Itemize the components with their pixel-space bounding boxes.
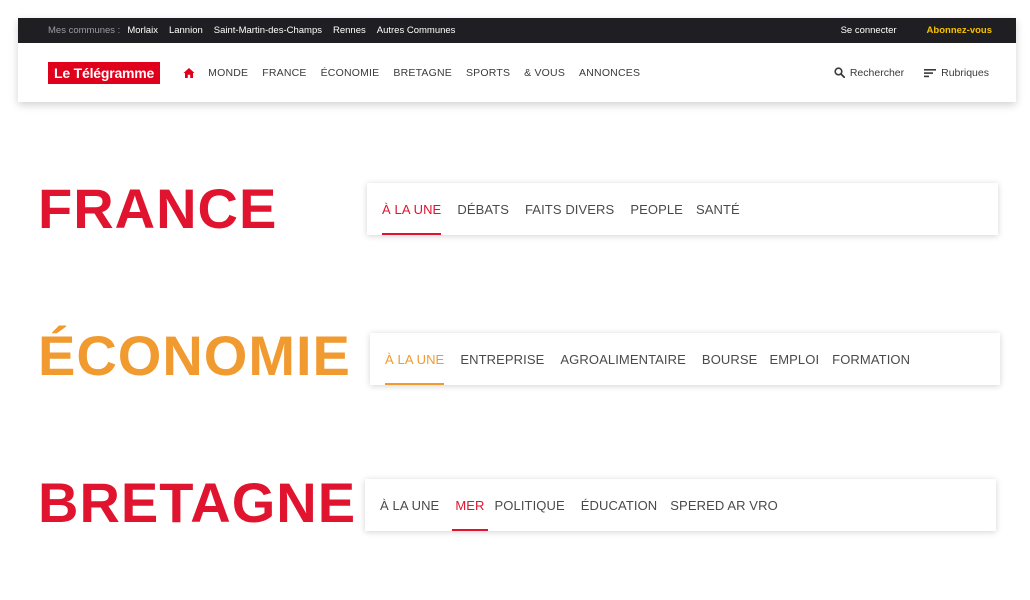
subtab-agroalimentaire[interactable]: AGROALIMENTAIRE xyxy=(560,333,686,385)
subtab-a-la-une[interactable]: À LA UNE xyxy=(385,333,445,385)
subtab-people[interactable]: PEOPLE xyxy=(630,183,683,235)
subtab-a-la-une[interactable]: À LA UNE xyxy=(380,479,439,531)
nav-link-sports[interactable]: SPORTS xyxy=(466,67,510,79)
menu-icon xyxy=(924,68,937,77)
nav-link-vous[interactable]: & VOUS xyxy=(524,67,565,79)
subnav-bretagne: À LA UNE MER POLITIQUE ÉDUCATION SPERED … xyxy=(365,479,996,531)
subtab-entreprise[interactable]: ENTREPRISE xyxy=(460,333,544,385)
nav-link-economie[interactable]: ÉCONOMIE xyxy=(321,67,380,79)
subtab-faits-divers[interactable]: FAITS DIVERS xyxy=(525,183,614,235)
home-icon[interactable] xyxy=(183,67,195,79)
subtab-education[interactable]: ÉDUCATION xyxy=(581,479,658,531)
site-header: Mes communes : Morlaix Lannion Saint-Mar… xyxy=(18,18,1016,102)
commune-link-saint-martin[interactable]: Saint-Martin-des-Champs xyxy=(214,25,322,36)
search-icon xyxy=(834,67,845,78)
subtab-emploi[interactable]: EMPLOI xyxy=(769,333,819,385)
subnav-france: À LA UNE DÉBATS FAITS DIVERS PEOPLE SANT… xyxy=(367,183,998,235)
rubriques-label: Rubriques xyxy=(941,66,989,79)
commune-link-lannion[interactable]: Lannion xyxy=(169,25,203,36)
nav-link-bretagne[interactable]: BRETAGNE xyxy=(393,67,452,79)
subtab-sante[interactable]: SANTÉ xyxy=(696,183,740,235)
subtab-formation[interactable]: FORMATION xyxy=(832,333,910,385)
section-title-bretagne: BRETAGNE xyxy=(38,471,357,534)
search-button[interactable]: Rechercher xyxy=(834,67,904,79)
nav-link-annonces[interactable]: ANNONCES xyxy=(579,67,640,79)
rubriques-button[interactable]: Rubriques xyxy=(924,67,989,79)
subtab-spered-ar-vro[interactable]: SPERED AR VRO xyxy=(670,479,778,531)
subscribe-link[interactable]: Abonnez-vous xyxy=(927,25,992,36)
subnav-economie: À LA UNE ENTREPRISE AGROALIMENTAIRE BOUR… xyxy=(370,333,1000,385)
commune-link-autres[interactable]: Autres Communes xyxy=(377,25,456,36)
commune-link-rennes[interactable]: Rennes xyxy=(333,25,366,36)
subtab-a-la-une[interactable]: À LA UNE xyxy=(382,183,442,235)
nav-link-france[interactable]: FRANCE xyxy=(262,67,306,79)
site-logo[interactable]: Le Télégramme xyxy=(48,61,161,84)
section-title-france: FRANCE xyxy=(38,177,278,240)
top-bar: Mes communes : Morlaix Lannion Saint-Mar… xyxy=(18,18,1016,43)
login-link[interactable]: Se connecter xyxy=(841,25,897,36)
nav-link-monde[interactable]: MONDE xyxy=(208,67,248,79)
search-label: Rechercher xyxy=(849,66,905,79)
subtab-mer[interactable]: MER xyxy=(452,479,488,531)
section-title-economie: ÉCONOMIE xyxy=(38,324,351,387)
subtab-politique[interactable]: POLITIQUE xyxy=(495,479,565,531)
subtab-debats[interactable]: DÉBATS xyxy=(457,183,509,235)
communes-label: Mes communes : xyxy=(48,25,121,36)
commune-link-morlaix[interactable]: Morlaix xyxy=(127,25,158,36)
subtab-bourse[interactable]: BOURSE xyxy=(702,333,758,385)
main-nav: Le Télégramme MONDE FRANCE ÉCONOMIE BRET… xyxy=(18,43,1016,102)
